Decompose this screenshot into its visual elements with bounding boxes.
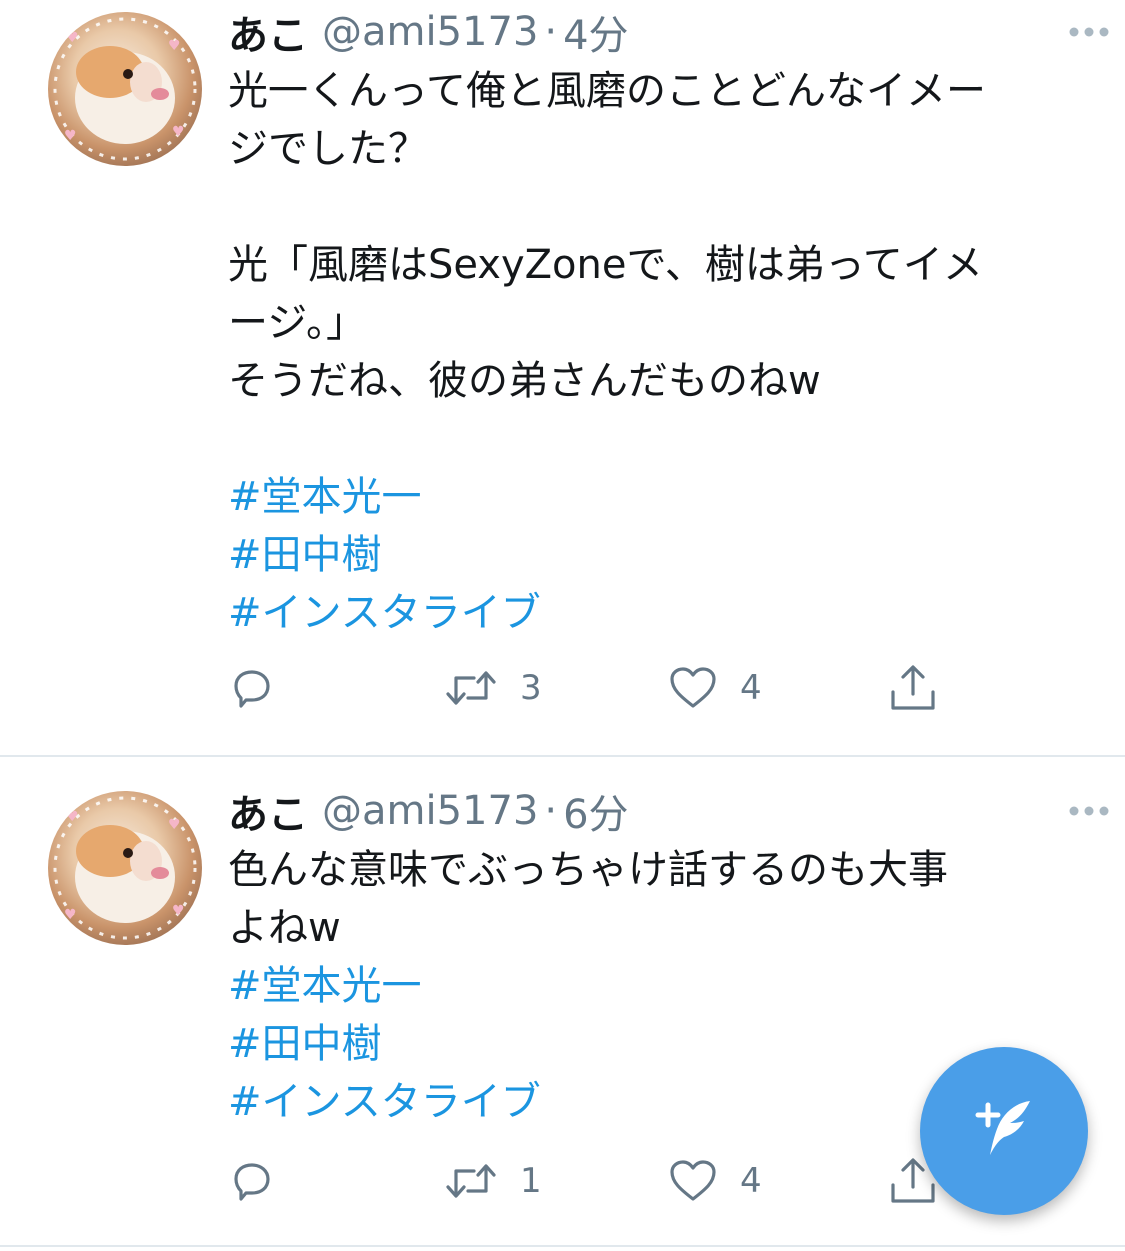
svg-text:♥: ♥: [168, 38, 181, 54]
retweet-icon: [444, 664, 498, 712]
tweet-text-line: 色んな意味でぶっちゃけ話するのも大事: [228, 847, 948, 893]
svg-text:♥: ♥: [172, 124, 185, 140]
hashtag-link[interactable]: #堂本光一: [228, 468, 1098, 526]
like-button[interactable]: 4: [668, 1151, 762, 1211]
reply-button[interactable]: [228, 658, 276, 718]
timestamp[interactable]: 6分: [563, 782, 628, 840]
tweet-text-line: ージ。」: [228, 300, 366, 346]
timestamp[interactable]: 4分: [563, 3, 628, 61]
tweet-text-line: 光「風磨はSexyZoneで、樹は弟ってイメ: [228, 242, 983, 288]
tweet-actions: 3 4: [228, 658, 948, 718]
tweet[interactable]: ♥ ♥ ♥ ♥ あこ @ami5173 · 4分 光一くんって俺と風磨のことどん…: [0, 0, 1125, 757]
heart-icon: [668, 1157, 718, 1205]
retweet-button[interactable]: 1: [444, 1151, 542, 1211]
tweet-text-line: よねw: [228, 905, 341, 951]
hashtag-link[interactable]: #田中樹: [228, 526, 1098, 584]
svg-text:♥: ♥: [66, 30, 79, 46]
compose-tweet-button[interactable]: [920, 1047, 1088, 1215]
tweet-text-line: そうだね、彼の弟さんだものねw: [228, 358, 821, 404]
user-handle[interactable]: @ami5173: [322, 9, 538, 55]
share-icon: [888, 664, 938, 712]
retweet-count: 1: [520, 1161, 542, 1201]
like-count: 4: [740, 1161, 762, 1201]
more-horizontal-icon[interactable]: [1067, 801, 1111, 821]
svg-text:♥: ♥: [168, 817, 181, 833]
tweet-text-line: 光一くんって俺と風磨のことどんなイメー: [228, 68, 986, 114]
avatar[interactable]: ♥ ♥ ♥ ♥: [48, 791, 202, 945]
svg-text:♥: ♥: [64, 907, 77, 923]
separator-dot: ·: [544, 9, 558, 55]
heart-icon: [668, 664, 718, 712]
retweet-button[interactable]: 3: [444, 658, 542, 718]
compose-tweet-icon: [964, 1089, 1044, 1173]
separator-dot: ·: [544, 788, 558, 834]
user-handle[interactable]: @ami5173: [322, 788, 538, 834]
reply-icon: [228, 1157, 276, 1205]
reply-button[interactable]: [228, 1151, 276, 1211]
hashtag-link[interactable]: #インスタライブ: [228, 584, 1098, 642]
svg-text:♥: ♥: [172, 903, 185, 919]
tweet-header: あこ @ami5173 · 6分: [228, 781, 1085, 841]
tweet-text: 光一くんって俺と風磨のことどんなイメー ジでした？ 光「風磨はSexyZoneで…: [228, 62, 1098, 642]
hashtag-link[interactable]: #堂本光一: [228, 957, 1098, 1015]
svg-text:♥: ♥: [66, 809, 79, 825]
tweet-header: あこ @ami5173 · 4分: [228, 2, 1085, 62]
more-horizontal-icon[interactable]: [1067, 22, 1111, 42]
retweet-icon: [444, 1157, 498, 1205]
svg-text:♥: ♥: [64, 128, 77, 144]
display-name[interactable]: あこ: [228, 782, 308, 840]
like-count: 4: [740, 668, 762, 708]
share-button[interactable]: [888, 658, 938, 718]
reply-icon: [228, 664, 276, 712]
avatar[interactable]: ♥ ♥ ♥ ♥: [48, 12, 202, 166]
display-name[interactable]: あこ: [228, 3, 308, 61]
retweet-count: 3: [520, 668, 542, 708]
tweet-actions: 1 4: [228, 1151, 948, 1211]
timeline: ♥ ♥ ♥ ♥ あこ @ami5173 · 4分 光一くんって俺と風磨のことどん…: [0, 0, 1125, 1251]
like-button[interactable]: 4: [668, 658, 762, 718]
tweet-text-line: ジでした？: [228, 126, 428, 172]
